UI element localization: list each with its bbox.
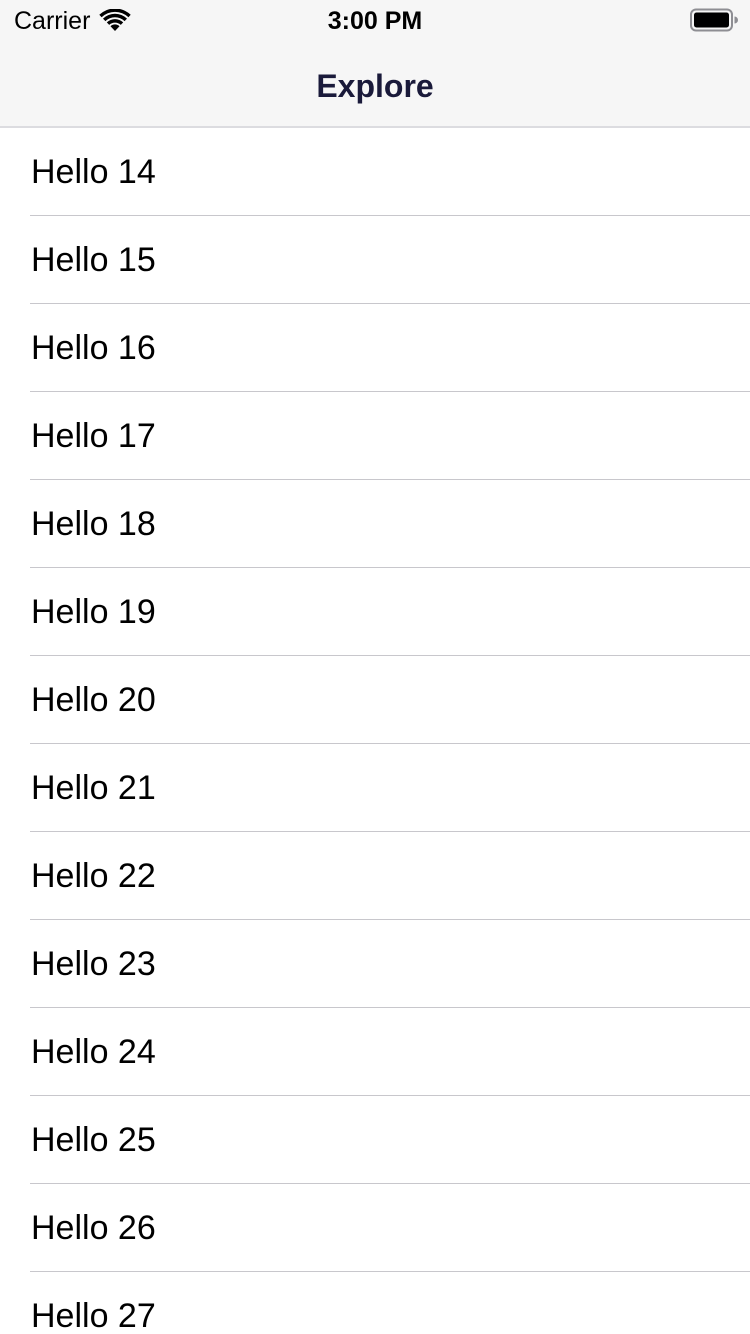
list-item[interactable]: Hello 21 [0, 744, 750, 832]
list-item[interactable]: Hello 22 [0, 832, 750, 920]
list-item-label: Hello 23 [31, 945, 156, 983]
page-title: Explore [316, 68, 434, 104]
list-item[interactable]: Hello 19 [0, 568, 750, 656]
list-item-label: Hello 14 [31, 153, 156, 191]
list-item-label: Hello 24 [31, 1033, 156, 1071]
list-item[interactable]: Hello 18 [0, 480, 750, 568]
list-item[interactable]: Hello 24 [0, 1008, 750, 1096]
list-item[interactable]: Hello 23 [0, 920, 750, 1008]
list-item-label: Hello 16 [31, 329, 156, 367]
list-item-label: Hello 20 [31, 681, 156, 719]
list-item-label: Hello 25 [31, 1121, 156, 1159]
list-item-label: Hello 19 [31, 593, 156, 631]
list-item-label: Hello 15 [31, 241, 156, 279]
list-item[interactable]: Hello 15 [0, 216, 750, 304]
list-item-label: Hello 22 [31, 857, 156, 895]
list-item[interactable]: Hello 14 [0, 128, 750, 216]
list-item-label: Hello 26 [31, 1209, 156, 1247]
list-item[interactable]: Hello 16 [0, 304, 750, 392]
battery-icon [690, 8, 738, 32]
status-time: 3:00 PM [327, 7, 423, 35]
list-item[interactable]: Hello 17 [0, 392, 750, 480]
list-item-label: Hello 27 [31, 1297, 156, 1334]
list-item-label: Hello 21 [31, 769, 156, 807]
navigation-header: Carrier 3:00 PM Explore [0, 0, 750, 128]
table-view[interactable]: Hello 14 Hello 15 Hello 16 Hello 17 Hell… [0, 128, 750, 1334]
app-screen: Carrier 3:00 PM Explore Hello 14 Hello 1… [0, 0, 750, 1334]
list-item[interactable]: Hello 26 [0, 1184, 750, 1272]
list-item[interactable]: Hello 20 [0, 656, 750, 744]
list-item[interactable]: Hello 27 [0, 1272, 750, 1334]
list-item[interactable]: Hello 25 [0, 1096, 750, 1184]
status-bar: Carrier 3:00 PM [0, 0, 750, 40]
list-item-label: Hello 17 [31, 417, 156, 455]
list-item-label: Hello 18 [31, 505, 156, 543]
